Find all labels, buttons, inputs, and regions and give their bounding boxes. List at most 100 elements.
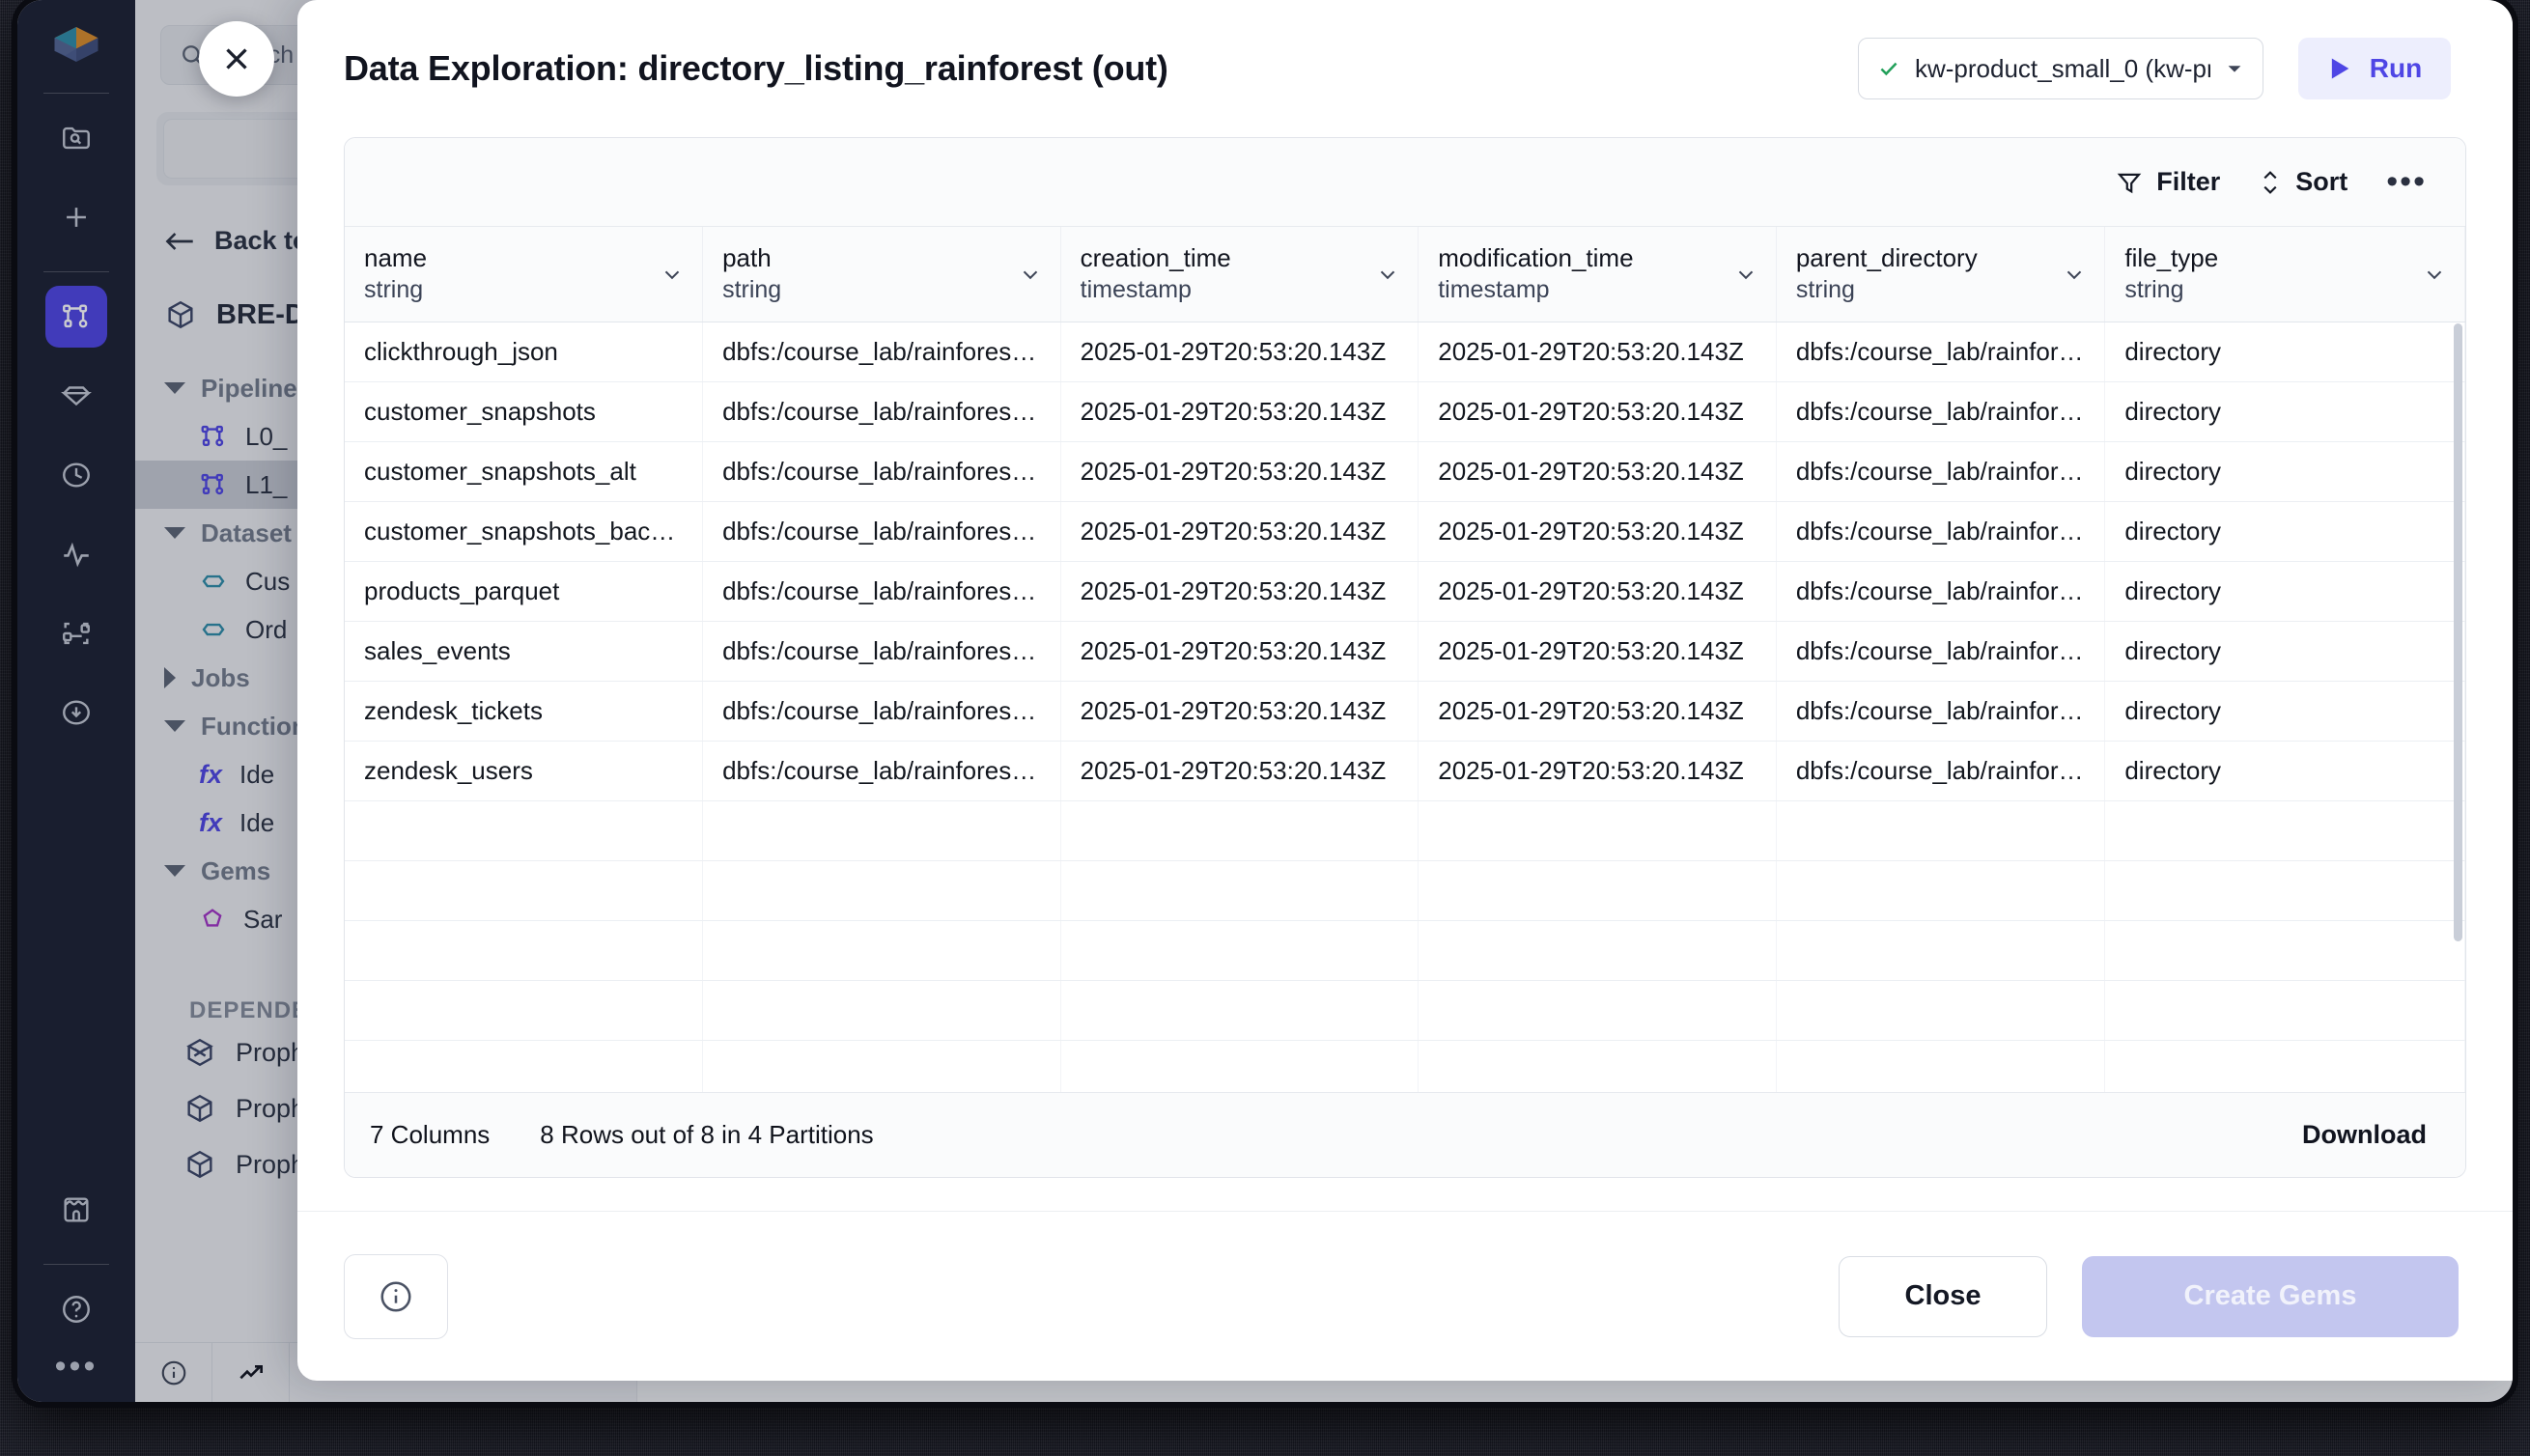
- table-cell: 2025-01-29T20:53:20.143Z: [1060, 741, 1420, 801]
- table-cell: dbfs:/course_lab/rainforest_r...: [702, 741, 1061, 801]
- table-row[interactable]: products_parquet dbfs:/course_lab/rainfor…: [345, 561, 2465, 622]
- table-row[interactable]: customer_snapshots dbfs:/course_lab/rainf…: [345, 381, 2465, 442]
- data-toolbar: Filter Sort •••: [345, 138, 2465, 227]
- table-cell: 2025-01-29T20:53:20.143Z: [1418, 741, 1777, 801]
- table-cell: 2025-01-29T20:53:20.143Z: [1060, 322, 1420, 382]
- create-gems-button[interactable]: Create Gems: [2082, 1255, 2459, 1337]
- data-panel-footer: 7 Columns 8 Rows out of 8 in 4 Partition…: [345, 1092, 2465, 1177]
- table-cell: 2025-01-29T20:53:20.143Z: [1060, 501, 1420, 562]
- info-circle-icon: [380, 1280, 411, 1312]
- page-title: Data Exploration: directory_listing_rain…: [344, 48, 1168, 88]
- table-cell: 2025-01-29T20:53:20.143Z: [1418, 441, 1777, 502]
- table-row[interactable]: customer_snapshots_alt dbfs:/course_lab/r…: [345, 441, 2465, 502]
- cluster-select[interactable]: kw-product_small_0 (kw-pro...: [1858, 38, 2263, 99]
- table-cell: 2025-01-29T20:53:20.143Z: [1418, 561, 1777, 622]
- column-name: name: [364, 243, 428, 273]
- column-name: creation_time: [1080, 243, 1231, 273]
- table-cell: dbfs:/course_lab/rainforest_r...: [1776, 561, 2106, 622]
- table-cell: clickthrough_json: [345, 322, 704, 382]
- table-empty-row: [345, 800, 2465, 861]
- table-empty-cell: [345, 800, 704, 861]
- table-empty-cell: [345, 980, 704, 1041]
- column-type: string: [2124, 276, 2184, 304]
- table-empty-cell: [1418, 920, 1777, 981]
- chevron-down-icon[interactable]: [1018, 262, 1043, 287]
- chevron-down-icon[interactable]: [1733, 262, 1758, 287]
- run-button[interactable]: Run: [2298, 38, 2451, 99]
- table-empty-cell: [1776, 860, 2106, 921]
- table-cell: 2025-01-29T20:53:20.143Z: [1418, 621, 1777, 682]
- table-row[interactable]: sales_events dbfs:/course_lab/rainforest_…: [345, 621, 2465, 682]
- table-cell: 2025-01-29T20:53:20.143Z: [1418, 322, 1777, 382]
- chevron-down-icon[interactable]: [2062, 262, 2087, 287]
- chevron-down-icon[interactable]: [2422, 262, 2447, 287]
- table-cell: directory: [2104, 741, 2465, 801]
- sort-label: Sort: [2295, 167, 2348, 196]
- column-header-modification_time[interactable]: modification_time timestamp: [1418, 227, 1777, 322]
- filter-icon: [2117, 173, 2142, 193]
- vertical-scrollbar[interactable]: [2454, 323, 2462, 941]
- table-cell: dbfs:/course_lab/rainforest_r...: [702, 381, 1061, 442]
- table-cell: directory: [2104, 381, 2465, 442]
- table-empty-cell: [1060, 860, 1420, 921]
- table-cell: zendesk_users: [345, 741, 704, 801]
- modal-header: Data Exploration: directory_listing_rain…: [297, 0, 2513, 137]
- table-cell: dbfs:/course_lab/rainforest_r...: [1776, 741, 2106, 801]
- table-row[interactable]: zendesk_users dbfs:/course_lab/rainforest…: [345, 741, 2465, 801]
- table-empty-cell: [345, 920, 704, 981]
- table-empty-cell: [2104, 1040, 2465, 1092]
- table-body: clickthrough_json dbfs:/course_lab/rainfo…: [345, 322, 2465, 1092]
- table-empty-cell: [1060, 800, 1420, 861]
- table-empty-cell: [1418, 800, 1777, 861]
- table-cell: dbfs:/course_lab/rainforest_r...: [1776, 681, 2106, 742]
- table-cell: directory: [2104, 322, 2465, 382]
- table-cell: dbfs:/course_lab/rainforest_r...: [1776, 441, 2106, 502]
- download-button[interactable]: Download: [2302, 1120, 2427, 1150]
- table-empty-cell: [1418, 860, 1777, 921]
- close-button-label: Close: [1904, 1280, 1982, 1311]
- modal-header-actions: kw-product_small_0 (kw-pro... Run: [1858, 38, 2451, 99]
- column-name: modification_time: [1438, 243, 1634, 273]
- column-header-file_type[interactable]: file_typestring: [2104, 227, 2465, 322]
- close-button[interactable]: Close: [1839, 1255, 2047, 1337]
- columns-count: 7 Columns: [370, 1120, 491, 1149]
- column-header-path[interactable]: path string: [702, 227, 1061, 322]
- table-row[interactable]: zendesk_tickets dbfs:/course_lab/rainfore…: [345, 681, 2465, 742]
- table-cell: 2025-01-29T20:53:20.143Z: [1418, 381, 1777, 442]
- table-empty-cell: [2104, 860, 2465, 921]
- table-cell: dbfs:/course_lab/rainforest_r...: [1776, 501, 2106, 562]
- filter-button[interactable]: Filter: [2116, 167, 2220, 197]
- column-header-creation_time[interactable]: creation_time timestamp: [1060, 227, 1420, 322]
- table-cell: 2025-01-29T20:53:20.143Z: [1418, 501, 1777, 562]
- more-options-button[interactable]: •••: [2386, 163, 2427, 201]
- table-cell: customer_snapshots_alt: [345, 441, 704, 502]
- table-cell: dbfs:/course_lab/rainforest_r...: [702, 441, 1061, 502]
- close-modal-button[interactable]: [199, 21, 274, 97]
- table-empty-cell: [345, 1040, 704, 1092]
- desktop: ••• Search Proje: [0, 0, 2530, 1456]
- chevron-down-icon[interactable]: [660, 262, 685, 287]
- table-cell: zendesk_tickets: [345, 681, 704, 742]
- table-empty-cell: [702, 860, 1061, 921]
- table-cell: 2025-01-29T20:53:20.143Z: [1060, 381, 1420, 442]
- check-icon: [1880, 62, 1898, 76]
- sort-updown-icon: [2263, 170, 2277, 194]
- column-header-parent_directory[interactable]: parent_directory string: [1776, 227, 2106, 322]
- column-header-name[interactable]: name string: [345, 227, 704, 322]
- chevron-down-icon[interactable]: [1375, 262, 1400, 287]
- info-button[interactable]: [344, 1253, 448, 1339]
- table-empty-cell: [1060, 920, 1420, 981]
- table-row[interactable]: customer_snapshots_backup dbfs:/course_la…: [345, 501, 2465, 562]
- column-name: file_type: [2124, 243, 2219, 273]
- chevron-down-icon: [2228, 66, 2241, 72]
- column-type: timestamp: [1080, 276, 1192, 304]
- table-row[interactable]: clickthrough_json dbfs:/course_lab/rainfo…: [345, 322, 2465, 382]
- table-cell: dbfs:/course_lab/rainforest_r...: [1776, 381, 2106, 442]
- table-cell: 2025-01-29T20:53:20.143Z: [1418, 681, 1777, 742]
- data-preview-panel: Filter Sort ••• name string path string …: [344, 137, 2466, 1178]
- sort-button[interactable]: Sort: [2259, 167, 2347, 197]
- table-cell: customer_snapshots: [345, 381, 704, 442]
- column-type: string: [1795, 276, 1855, 304]
- column-name: path: [722, 243, 772, 273]
- table-empty-cell: [702, 920, 1061, 981]
